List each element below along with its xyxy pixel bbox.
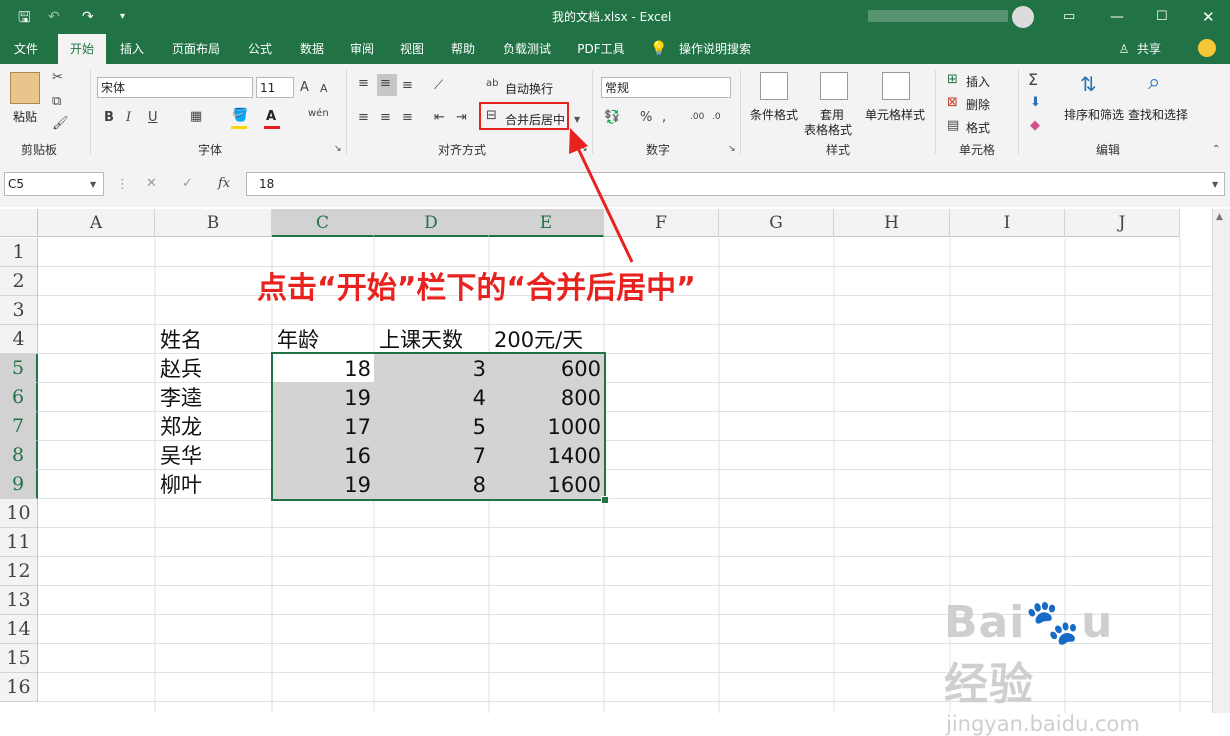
baidu-jingyan-watermark: Bai🐾u 经验 jingyan.baidu.com <box>944 597 1140 736</box>
